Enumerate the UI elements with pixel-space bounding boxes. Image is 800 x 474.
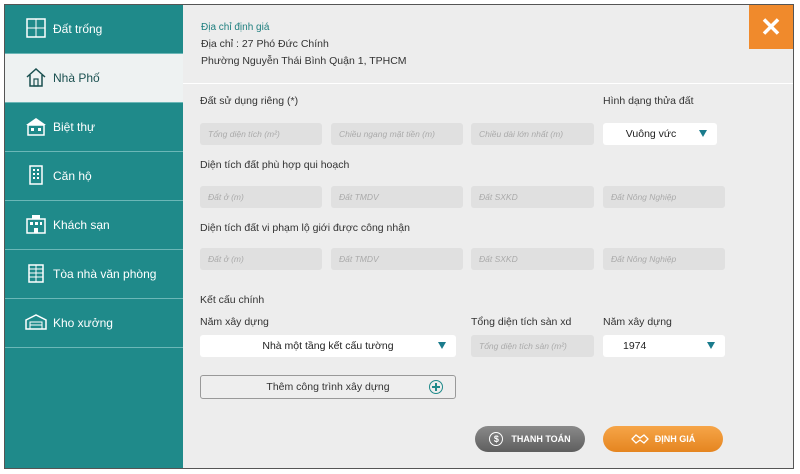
plus-circle-icon bbox=[429, 380, 443, 394]
build-year-label: Năm xây dựng bbox=[603, 316, 672, 328]
build-year-select[interactable]: 1974 bbox=[603, 335, 725, 357]
payment-button[interactable]: $ THANH TOÁN bbox=[475, 426, 585, 452]
property-type-sidebar: Đất trống Nhà Phố Biệt thự Căn hộ Khách … bbox=[5, 5, 183, 468]
payment-label: THANH TOÁN bbox=[511, 434, 571, 444]
land-plot-icon bbox=[26, 18, 46, 38]
chevron-down-icon bbox=[699, 130, 707, 137]
sidebar-item-townhouse[interactable]: Nhà Phố bbox=[5, 54, 183, 103]
chevron-down-icon bbox=[438, 342, 446, 349]
zoning-area-label: Diện tích đất phù hợp qui hoạch bbox=[200, 159, 350, 171]
zoning-industrial-input[interactable] bbox=[471, 186, 594, 208]
total-area-input[interactable] bbox=[200, 123, 322, 145]
sidebar-item-label: Khách sạn bbox=[53, 218, 110, 232]
sidebar-item-label: Nhà Phố bbox=[53, 71, 100, 85]
address-line-2: Phường Nguyễn Thái Bình Quận 1, TPHCM bbox=[201, 55, 407, 67]
warehouse-icon bbox=[25, 314, 47, 330]
sidebar-item-land[interactable]: Đất trống bbox=[5, 5, 183, 54]
structure-type-value: Nhà một tầng kết cấu tường bbox=[262, 340, 394, 352]
frontage-width-input[interactable] bbox=[331, 123, 463, 145]
divider bbox=[183, 83, 793, 84]
address-title: Địa chỉ định giá bbox=[201, 22, 270, 33]
valuate-label: ĐỊNH GIÁ bbox=[654, 434, 696, 444]
sidebar-item-villa[interactable]: Biệt thự bbox=[5, 103, 183, 152]
setback-industrial-input[interactable] bbox=[471, 248, 594, 270]
address-line-1: Địa chỉ : 27 Phó Đức Chính bbox=[201, 38, 329, 50]
land-shape-label: Hình dạng thửa đất bbox=[603, 95, 694, 107]
setback-residential-input[interactable] bbox=[200, 248, 322, 270]
zoning-residential-input[interactable] bbox=[200, 186, 322, 208]
hotel-icon bbox=[26, 215, 46, 234]
max-length-input[interactable] bbox=[471, 123, 594, 145]
apartment-icon bbox=[29, 165, 43, 185]
zoning-agricultural-input[interactable] bbox=[603, 186, 725, 208]
add-construction-button[interactable]: Thêm công trình xây dựng bbox=[200, 375, 456, 399]
valuate-button[interactable]: ĐỊNH GIÁ bbox=[603, 426, 723, 452]
valuation-form: ✕ Địa chỉ định giá Địa chỉ : 27 Phó Đức … bbox=[183, 5, 793, 468]
sidebar-item-office[interactable]: Tòa nhà văn phòng bbox=[5, 250, 183, 299]
sidebar-item-apartment[interactable]: Căn hộ bbox=[5, 152, 183, 201]
floor-area-label: Tổng diện tích sàn xd bbox=[471, 316, 572, 328]
zoning-commercial-input[interactable] bbox=[331, 186, 463, 208]
dollar-coin-icon: $ bbox=[489, 432, 504, 446]
land-shape-value: Vuông vức bbox=[625, 128, 677, 140]
add-construction-label: Thêm công trình xây dựng bbox=[266, 381, 390, 393]
private-land-label: Đất sử dụng riêng (*) bbox=[200, 95, 299, 107]
structure-type-select[interactable]: Nhà một tầng kết cấu tường bbox=[200, 335, 456, 357]
chevron-down-icon bbox=[707, 342, 715, 349]
sidebar-item-label: Biệt thự bbox=[53, 120, 96, 134]
office-building-icon bbox=[28, 264, 44, 283]
floor-area-input[interactable] bbox=[471, 335, 594, 357]
house-icon bbox=[26, 67, 46, 87]
valuation-window: Đất trống Nhà Phố Biệt thự Căn hộ Khách … bbox=[4, 4, 794, 469]
close-icon: ✕ bbox=[760, 11, 782, 42]
sidebar-item-hotel[interactable]: Khách sạn bbox=[5, 201, 183, 250]
close-button[interactable]: ✕ bbox=[749, 5, 793, 49]
sidebar-item-label: Đất trống bbox=[53, 22, 103, 36]
land-shape-select[interactable]: Vuông vức bbox=[603, 123, 717, 145]
structure-type-label: Năm xây dựng bbox=[200, 316, 269, 328]
sidebar-item-warehouse[interactable]: Kho xưởng bbox=[5, 299, 183, 348]
handshake-icon bbox=[630, 434, 649, 444]
setback-commercial-input[interactable] bbox=[331, 248, 463, 270]
sidebar-item-label: Kho xưởng bbox=[53, 316, 113, 330]
sidebar-item-label: Tòa nhà văn phòng bbox=[53, 267, 157, 281]
setback-area-label: Diện tích đất vi phạm lộ giới được công … bbox=[200, 222, 410, 234]
main-structure-title: Kết cấu chính bbox=[200, 294, 265, 306]
villa-icon bbox=[26, 118, 46, 136]
sidebar-item-label: Căn hộ bbox=[53, 169, 92, 183]
build-year-value: 1974 bbox=[623, 340, 647, 352]
setback-agricultural-input[interactable] bbox=[603, 248, 725, 270]
